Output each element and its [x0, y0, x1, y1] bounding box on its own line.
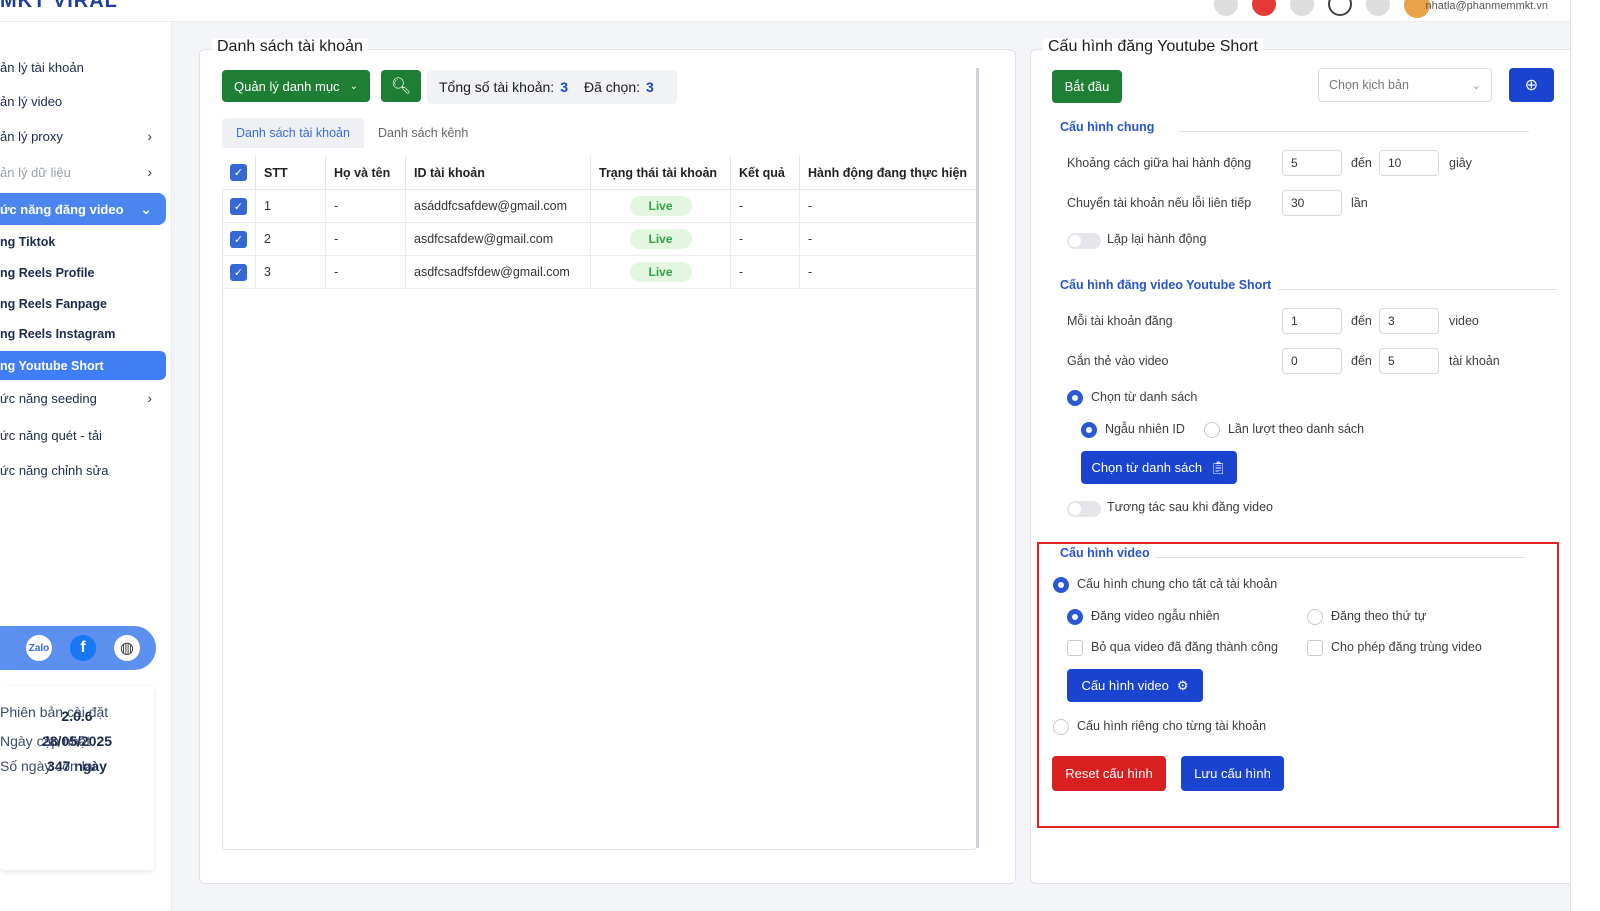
notification-icon[interactable] — [1214, 0, 1238, 16]
user-email: nhatla@phanmemmkt.vn — [1425, 0, 1548, 12]
per-account-to-input[interactable]: 3 — [1379, 308, 1439, 334]
zalo-icon[interactable]: Zalo — [26, 635, 52, 661]
plus-circle-icon: ⊕ — [1524, 77, 1539, 94]
interval-to-input[interactable]: 10 — [1379, 150, 1439, 176]
sidebar-item-accounts[interactable]: ản lý tài khoản — [0, 51, 166, 83]
chevron-right-icon: › — [147, 128, 152, 144]
row-checkbox[interactable]: ✓ — [230, 263, 247, 281]
sidebar-item-post-video[interactable]: ức năng đăng video ⌄ — [0, 193, 166, 225]
sidebar-item-scan[interactable]: ức năng quét - tải — [0, 419, 166, 451]
table-header-row: ✓ STT Họ và tên ID tài khoản Trạng thái … — [222, 156, 977, 190]
accounts-panel: Danh sách tài khoản Quản lý danh mục ⌄ 🔍… — [199, 38, 1016, 884]
sidebar-item-data[interactable]: ản lý dữ liệu › — [0, 156, 166, 188]
row-checkbox[interactable]: ✓ — [230, 230, 247, 248]
info-icon[interactable] — [1328, 0, 1352, 16]
start-button[interactable]: Bắt đầu — [1052, 70, 1122, 103]
globe-icon[interactable]: ◍ — [114, 635, 140, 661]
sidebar-item-edit[interactable]: ức năng chỉnh sửa — [0, 454, 166, 486]
highlight-box — [1037, 542, 1559, 828]
settings-icon[interactable] — [1366, 0, 1390, 16]
table-row[interactable]: ✓ 3 - asdfcsadfsfdew@gmail.com Live - - — [222, 255, 977, 289]
chevron-down-icon: ⌄ — [349, 80, 358, 92]
from-list-radio[interactable] — [1067, 390, 1083, 406]
sidebar-item-videos[interactable]: ản lý video — [0, 85, 166, 117]
search-icon: 🔍︎ — [390, 78, 412, 95]
sidebar-item-proxy[interactable]: ản lý proxy › — [0, 120, 166, 152]
top-icons — [1214, 0, 1390, 16]
sidebar-item-tiktok[interactable]: ng Tiktok — [0, 227, 166, 257]
add-script-button[interactable]: ⊕ — [1509, 68, 1554, 102]
status-badge: Live — [629, 196, 692, 216]
version-info: Phiên bản cài đặt 2.0.6 Ngày cập nhật 28… — [0, 686, 154, 870]
sidebar-item-reels-profile[interactable]: ng Reels Profile — [0, 258, 166, 288]
row-checkbox[interactable]: ✓ — [230, 197, 247, 215]
select-all-checkbox[interactable]: ✓ — [230, 164, 247, 181]
sidebar-item-youtube-short[interactable]: ng Youtube Short — [0, 351, 166, 380]
chevron-down-icon: ⌄ — [1471, 79, 1481, 92]
tab-accounts[interactable]: Danh sách tài khoản — [222, 118, 364, 148]
interval-from-input[interactable]: 5 — [1282, 150, 1342, 176]
config-panel-title: Cấu hình đăng Youtube Short — [1043, 38, 1263, 56]
page-scrollbar[interactable] — [1570, 0, 1600, 911]
sequential-radio[interactable] — [1204, 422, 1220, 438]
account-count-box: Tổng số tài khoản: 3 Đã chọn: 3 — [427, 70, 677, 104]
table-scrollbar[interactable] — [976, 68, 979, 848]
script-select[interactable]: Chọn kịch bản ⌄ — [1318, 68, 1492, 102]
switch-account-input[interactable]: 30 — [1282, 190, 1342, 216]
sidebar: ản lý tài khoản ản lý video ản lý proxy ›… — [0, 22, 172, 911]
facebook-icon[interactable]: f — [70, 635, 96, 661]
app-logo: MKT VIRAL — [0, 0, 118, 12]
sidebar-item-reels-instagram[interactable]: ng Reels Instagram — [0, 319, 166, 349]
category-manager-button[interactable]: Quản lý danh mục ⌄ — [222, 70, 370, 102]
repeat-action-toggle[interactable] — [1067, 233, 1101, 249]
chevron-down-icon: ⌄ — [140, 200, 152, 217]
tag-to-input[interactable]: 5 — [1379, 348, 1439, 374]
interact-after-post-toggle[interactable] — [1067, 501, 1101, 517]
alert-icon[interactable] — [1252, 0, 1276, 16]
choose-from-list-button[interactable]: Chọn từ danh sách 📋︎ — [1081, 451, 1237, 484]
help-icon[interactable] — [1290, 0, 1314, 16]
sidebar-item-reels-fanpage[interactable]: ng Reels Fanpage — [0, 289, 166, 319]
status-badge: Live — [629, 229, 692, 249]
total-count: 3 — [560, 79, 568, 95]
status-badge: Live — [629, 262, 692, 282]
accounts-panel-title: Danh sách tài khoản — [212, 38, 368, 56]
chevron-right-icon: › — [147, 164, 152, 180]
per-account-from-input[interactable]: 1 — [1282, 308, 1342, 334]
table-row[interactable]: ✓ 2 - asdfcsafdew@gmail.com Live - - — [222, 222, 977, 256]
table-row[interactable]: ✓ 1 - asáddfcsafdew@gmail.com Live - - — [222, 189, 977, 223]
random-id-radio[interactable] — [1081, 422, 1097, 438]
chevron-right-icon: › — [147, 390, 152, 406]
general-config-title: Cấu hình chung — [1060, 120, 1155, 134]
social-bar: Zalo f ◍ — [0, 626, 156, 670]
upload-config-title: Cấu hình đăng video Youtube Short — [1060, 278, 1272, 292]
clipboard-icon: 📋︎ — [1210, 459, 1227, 475]
top-bar: MKT VIRAL nhatla@phanmemmkt.vn — [0, 0, 1600, 22]
account-tabs: Danh sách tài khoản Danh sách kênh — [222, 118, 482, 148]
tab-channels[interactable]: Danh sách kênh — [364, 118, 482, 148]
selected-count: 3 — [646, 79, 654, 95]
tag-from-input[interactable]: 0 — [1282, 348, 1342, 374]
sidebar-item-seeding[interactable]: ức năng seeding › — [0, 382, 166, 414]
search-button[interactable]: 🔍︎ — [381, 70, 421, 102]
accounts-table: ✓ STT Họ và tên ID tài khoản Trạng thái … — [222, 156, 977, 289]
